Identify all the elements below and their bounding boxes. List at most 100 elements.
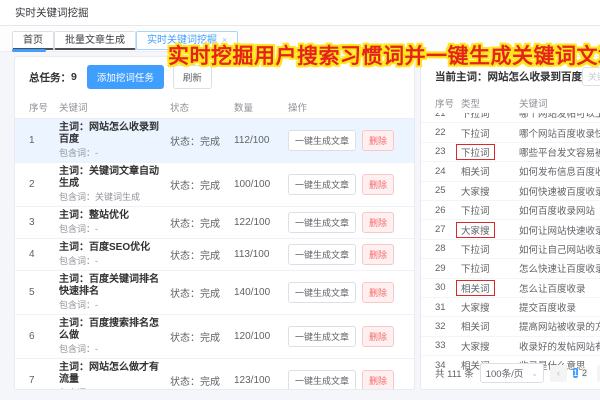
keywords-page-size-value: 100条/页 [485,369,524,380]
task-main-word: 主词：整站优化 [59,210,129,221]
task-include-word: 包含词：- [59,344,98,354]
generate-article-button[interactable]: 一键生成文章 [288,282,357,303]
task-include-word: 包含词：- [59,256,98,266]
keyword-no: 33 [435,340,446,352]
tab-1[interactable]: 首页 [12,30,54,50]
keywords-total-text: 共 111 条 [435,369,474,380]
keyword-no: 21 [435,113,446,119]
keyword-no: 25 [435,185,446,197]
keyword-type-cell: 下拉词 [461,242,519,256]
delete-button[interactable]: 删除 [362,370,395,389]
app-window: 实时关键词挖掘 首页 批量文章生成 实时关键词挖掘 × 实时挖掘用户搜索习惯词并一键生… [0,0,600,400]
task-row[interactable]: 7 主词：网站怎么做才有流量 包含词：- 状态：完成 123/100 一键生成文… [15,359,414,389]
col-header-keyword: 关键词 [519,99,548,110]
keywords-page-1[interactable]: 1 [572,367,578,378]
task-main-word: 主词：百度SEO优化 [59,242,151,253]
task-count: 100/100 [234,179,271,190]
task-main-word: 主词：关键词文章自动生成 [59,166,159,189]
task-include-word: 包含词：- [59,300,98,310]
tab-2[interactable]: 批量文章生成 [54,30,136,50]
keyword-text: 如何让网站快速收录 [519,225,600,237]
task-row[interactable]: 4 主词：百度SEO优化 包含词：- 状态：完成 113/100 一键生成文章 … [15,239,414,271]
keywords-table-header: 序号 类型 关键词 [421,92,600,113]
keyword-type: 大家搜 [461,303,490,315]
keywords-prev-page-button[interactable]: ‹ [549,364,567,382]
task-count: 140/100 [234,287,271,298]
task-keyword-cell: 主词：百度搜索排名怎么做 包含词：- [59,318,170,355]
task-row[interactable]: 1 主词：网站怎么收录到百度 包含词：- 状态：完成 112/100 一键生成文… [15,119,414,163]
keyword-row[interactable]: 27 大家搜 如何让网站快速收录 [421,220,600,240]
keyword-text: 如何让自己网站收录百度 [519,244,600,256]
delete-button[interactable]: 删除 [362,130,395,151]
task-status: 状态：完成 [170,137,220,148]
task-include-word: 包含词：- [59,224,98,234]
delete-button[interactable]: 删除 [362,174,395,195]
tasks-panel: 总任务： 9 添加挖词任务 刷新 序号 关键词 状态 数量 操作 1 主词：网站… [14,56,415,390]
generate-article-button[interactable]: 一键生成文章 [288,370,357,389]
keyword-type-cell: 大家搜 [456,221,519,238]
keyword-row[interactable]: 30 相关词 怎么让百度收录 [421,279,600,298]
generate-article-button[interactable]: 一键生成文章 [288,244,357,265]
page-header: 实时关键词挖掘 [0,0,600,26]
delete-button[interactable]: 删除 [362,212,395,233]
generate-article-button[interactable]: 一键生成文章 [288,130,357,151]
task-main-word: 主词：百度关键词排名快速排名 [59,274,159,297]
keyword-text: 提交百度收录 [519,303,577,315]
task-status: 状态：完成 [170,251,220,262]
task-row[interactable]: 6 主词：百度搜索排名怎么做 包含词：- 状态：完成 120/100 一键生成文… [15,315,414,359]
col-header-no: 序号 [29,103,49,114]
keyword-row[interactable]: 29 下拉词 怎么快速让百度收录一个新站 [421,259,600,279]
keyword-row[interactable]: 32 相关词 提高网站被收录的方法 [421,317,600,337]
task-keyword-cell: 主词：整站优化 包含词：- [59,210,170,235]
keyword-type: 大家搜 [461,186,490,198]
task-include-word: 包含词：- [59,388,166,389]
keyword-row[interactable]: 24 相关词 如何发布信息百度收录在首页 [421,162,600,182]
col-header-keyword: 关键词 [59,103,88,114]
annotation-headline: 实时挖掘用户搜索习惯词并一键生成关键词文章 [168,45,600,68]
task-count: 120/100 [234,331,271,342]
task-row[interactable]: 3 主词：整站优化 包含词：- 状态：完成 122/100 一键生成文章 删除 [15,207,414,239]
keyword-no: 26 [435,204,446,216]
keyword-row[interactable]: 26 下拉词 如何百度收录网站 [421,201,600,221]
task-count: 122/100 [234,217,271,228]
keyword-row[interactable]: 22 下拉词 哪个网站百度收录快 [421,123,600,143]
task-keyword-cell: 主词：网站怎么收录到百度 包含词：- [59,122,170,159]
task-row[interactable]: 5 主词：百度关键词排名快速排名 包含词：- 状态：完成 140/100 一键生… [15,271,414,315]
task-include-word: 包含词：关键词生成 [59,192,141,202]
task-no: 1 [29,135,35,146]
keywords-pagination: 共 111 条 100条/页 ⌄ ‹ 12 › [421,363,600,383]
keyword-row[interactable]: 28 下拉词 如何让自己网站收录百度 [421,240,600,260]
keyword-type-cell: 下拉词 [456,143,519,160]
generate-article-button[interactable]: 一键生成文章 [288,174,357,195]
keyword-no: 24 [435,165,446,177]
col-header-status: 状态 [170,103,190,114]
main-content: 总任务： 9 添加挖词任务 刷新 序号 关键词 状态 数量 操作 1 主词：网站… [0,53,600,400]
task-no: 2 [29,179,35,190]
keywords-page-2[interactable]: 2 [581,367,587,378]
total-tasks-label: 总任务： [29,71,71,84]
keywords-panel: 当前主词：网站怎么收录到百度 序号 类型 关键词 21 下拉词 哪个网站发帖可以… [420,56,600,390]
generate-article-button[interactable]: 一键生成文章 [288,212,357,233]
task-row[interactable]: 2 主词：关键词文章自动生成 包含词：关键词生成 状态：完成 100/100 一… [15,163,414,207]
keywords-page-size-select[interactable]: 100条/页 ⌄ [479,363,544,383]
generate-article-button[interactable]: 一键生成文章 [288,326,357,347]
task-main-word: 主词：网站怎么做才有流量 [59,362,159,385]
keyword-row[interactable]: 21 下拉词 哪个网站发帖可以上百度首页 [421,113,600,124]
col-header-type: 类型 [461,99,481,110]
keyword-text: 如何发布信息百度收录在首页 [519,167,600,179]
keyword-row[interactable]: 25 大家搜 如何快速被百度收录 [421,182,600,201]
keyword-type: 大家搜 [456,221,495,238]
delete-button[interactable]: 删除 [362,244,395,265]
keyword-no: 32 [435,320,446,332]
keyword-no: 31 [435,301,446,313]
delete-button[interactable]: 删除 [362,326,395,347]
delete-button[interactable]: 删除 [362,282,395,303]
keyword-text: 怎么快速让百度收录一个新站 [519,264,600,276]
task-no: 5 [29,287,35,298]
keyword-row[interactable]: 33 大家搜 收录好的发帖网站有哪些 [421,337,600,357]
keyword-row[interactable]: 31 大家搜 提交百度收录 [421,298,600,318]
keyword-row[interactable]: 23 下拉词 哪些平台发文容易被百度收录 [421,143,600,163]
task-operations: 一键生成文章 删除 [288,282,400,303]
add-mining-task-button[interactable]: 添加挖词任务 [86,65,164,89]
keyword-type: 相关词 [461,167,490,179]
